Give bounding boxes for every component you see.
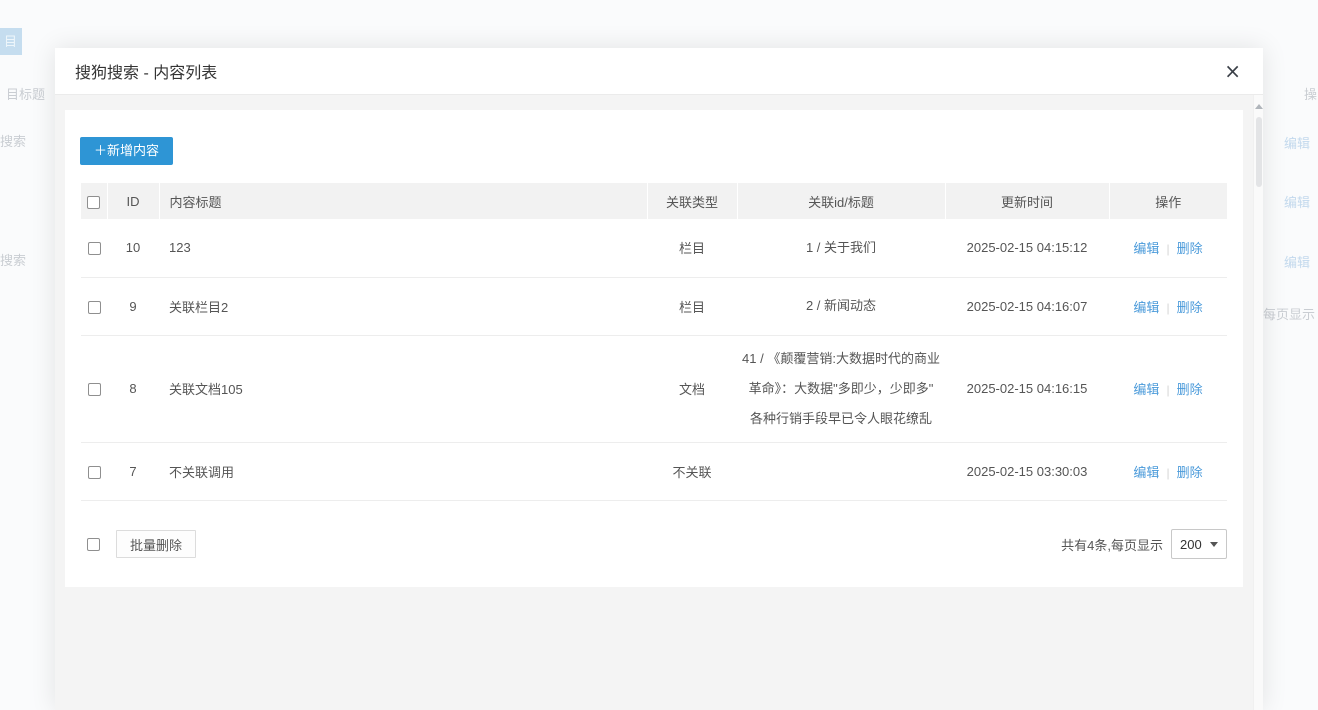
select-all-checkbox[interactable]: [87, 196, 100, 209]
table-row: 10 123 栏目 1 / 关于我们 2025-02-15 04:15:12 编…: [81, 219, 1227, 277]
content-table: ID 内容标题 关联类型 关联id/标题 更新时间 操作 10 123 栏目 1…: [81, 183, 1227, 501]
action-separator: |: [1166, 301, 1169, 315]
cell-updated: 2025-02-15 04:16:15: [945, 335, 1109, 442]
bg-column-header-remnant: 操: [1304, 84, 1317, 103]
scroll-up-icon[interactable]: [1255, 104, 1263, 109]
bg-sidebar-label-2: 搜索: [0, 131, 26, 150]
row-checkbox[interactable]: [88, 242, 101, 255]
cell-id: 7: [107, 442, 159, 500]
row-checkbox[interactable]: [88, 301, 101, 314]
col-header-rel-type: 关联类型: [647, 183, 737, 219]
edit-link[interactable]: 编辑: [1133, 300, 1159, 315]
cell-actions: 编辑 | 删除: [1109, 335, 1227, 442]
cell-rel-type: 栏目: [647, 277, 737, 335]
bg-sidebar-label-3: 搜索: [0, 250, 26, 269]
cell-rel-type: 不关联: [647, 442, 737, 500]
cell-title: 关联栏目2: [159, 277, 647, 335]
action-separator: |: [1166, 242, 1169, 256]
col-header-actions: 操作: [1109, 183, 1227, 219]
cell-title: 关联文档105: [159, 335, 647, 442]
col-header-title: 内容标题: [159, 183, 647, 219]
modal-body: ＋新增内容 ID 内容标题 关联类型 关联id/标题 更新时间 操作: [55, 95, 1263, 710]
delete-link[interactable]: 删除: [1177, 465, 1203, 480]
chevron-down-icon: [1210, 542, 1218, 547]
page-size-value: 200: [1180, 537, 1202, 552]
cell-rel-id-title: 1 / 关于我们: [737, 219, 945, 277]
content-panel: ＋新增内容 ID 内容标题 关联类型 关联id/标题 更新时间 操作: [65, 110, 1243, 587]
row-checkbox[interactable]: [88, 383, 101, 396]
edit-link[interactable]: 编辑: [1133, 465, 1159, 480]
page-size-select[interactable]: 200: [1171, 529, 1227, 559]
scrollbar-thumb[interactable]: [1256, 117, 1262, 187]
delete-link[interactable]: 删除: [1177, 241, 1203, 256]
cell-rel-type: 栏目: [647, 219, 737, 277]
cell-id: 10: [107, 219, 159, 277]
close-icon[interactable]: ×: [1224, 61, 1241, 81]
table-header-row: ID 内容标题 关联类型 关联id/标题 更新时间 操作: [81, 183, 1227, 219]
bg-edit-link-remnant: 编辑: [1284, 192, 1310, 211]
table-row: 8 关联文档105 文档 41 / 《颠覆营销:大数据时代的商业革命》：大数据"…: [81, 335, 1227, 442]
bg-sidebar-label-1: 目标题: [6, 84, 45, 103]
footer-select-all-checkbox[interactable]: [87, 538, 100, 551]
cell-actions: 编辑 | 删除: [1109, 442, 1227, 500]
cell-updated: 2025-02-15 04:15:12: [945, 219, 1109, 277]
bg-pagination-remnant: 每页显示: [1263, 304, 1315, 323]
edit-link[interactable]: 编辑: [1133, 241, 1159, 256]
bg-edit-link-remnant: 编辑: [1284, 252, 1310, 271]
modal-title: 搜狗搜索 - 内容列表: [75, 59, 217, 83]
col-header-id: ID: [107, 183, 159, 219]
cell-rel-id-title: 41 / 《颠覆营销:大数据时代的商业革命》：大数据"多即少，少即多" 各种行销…: [737, 335, 945, 442]
action-separator: |: [1166, 383, 1169, 397]
cell-updated: 2025-02-15 04:16:07: [945, 277, 1109, 335]
cell-title: 不关联调用: [159, 442, 647, 500]
delete-link[interactable]: 删除: [1177, 382, 1203, 397]
edit-link[interactable]: 编辑: [1133, 382, 1159, 397]
record-count-summary: 共有4条,每页显示: [1061, 535, 1163, 554]
cell-rel-id-title: 2 / 新闻动态: [737, 277, 945, 335]
cell-actions: 编辑 | 删除: [1109, 219, 1227, 277]
modal-header: 搜狗搜索 - 内容列表 ×: [55, 48, 1263, 95]
cell-rel-id-title: [737, 442, 945, 500]
cell-id: 8: [107, 335, 159, 442]
bg-sidebar-active-item: 目: [0, 28, 22, 55]
table-row: 7 不关联调用 不关联 2025-02-15 03:30:03 编辑 | 删除: [81, 442, 1227, 500]
add-content-button[interactable]: ＋新增内容: [80, 137, 173, 165]
col-header-rel-id: 关联id/标题: [737, 183, 945, 219]
panel-footer: 批量删除 共有4条,每页显示 200: [81, 515, 1227, 573]
row-checkbox[interactable]: [88, 466, 101, 479]
delete-link[interactable]: 删除: [1177, 300, 1203, 315]
content-list-modal: 搜狗搜索 - 内容列表 × ＋新增内容 ID 内容标题 关联类型 关联id: [55, 48, 1263, 710]
modal-scrollbar[interactable]: [1253, 95, 1263, 710]
action-separator: |: [1166, 466, 1169, 480]
table-row: 9 关联栏目2 栏目 2 / 新闻动态 2025-02-15 04:16:07 …: [81, 277, 1227, 335]
cell-actions: 编辑 | 删除: [1109, 277, 1227, 335]
batch-delete-button[interactable]: 批量删除: [116, 530, 196, 558]
col-header-updated: 更新时间: [945, 183, 1109, 219]
cell-title: 123: [159, 219, 647, 277]
cell-rel-type: 文档: [647, 335, 737, 442]
cell-updated: 2025-02-15 03:30:03: [945, 442, 1109, 500]
cell-id: 9: [107, 277, 159, 335]
bg-edit-link-remnant: 编辑: [1284, 133, 1310, 152]
